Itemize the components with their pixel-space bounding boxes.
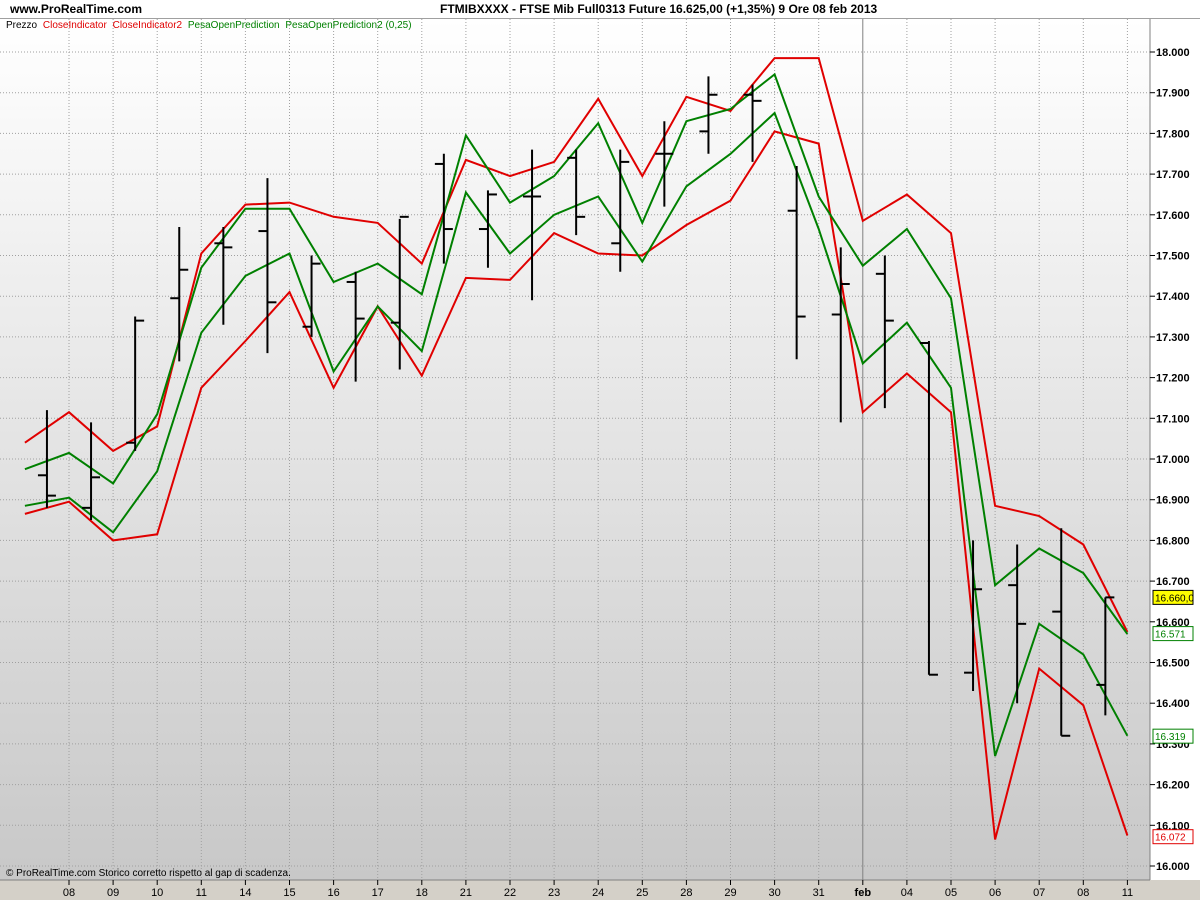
x-tick-label: 15 [283,887,295,899]
x-tick-label: 17 [372,887,384,899]
x-tick-label: 16 [327,887,339,899]
value-tag: 16.072 [1152,829,1194,845]
x-tick-label: 30 [768,887,780,899]
x-tick-label: 31 [813,887,825,899]
x-tick-label: 11 [1122,887,1133,899]
x-tick-label: 08 [63,887,75,899]
y-tick-label: 16.800 [1156,535,1190,547]
x-tick-label: 09 [107,887,119,899]
x-tick-label: 28 [680,887,692,899]
legend-pesa-open-prediction2: PesaOpenPrediction2 (0,25) [285,20,412,31]
x-tick-label: 29 [724,887,736,899]
x-tick-label: 07 [1033,887,1045,899]
y-tick-label: 17.700 [1156,169,1190,181]
y-tick-label: 17.600 [1156,210,1190,222]
y-tick-label: 16.400 [1156,698,1190,710]
x-tick-label: 11 [196,887,207,899]
x-tick-label: feb [855,887,872,899]
plot-area [0,19,1150,880]
y-tick-label: 17.500 [1156,251,1190,263]
value-tag: 16.571 [1152,626,1194,642]
y-tick-label: 17.300 [1156,332,1190,344]
legend-pesa-open-prediction: PesaOpenPrediction [187,20,280,31]
x-tick-label: 08 [1077,887,1089,899]
copyright-note: © ProRealTime.com Storico corretto rispe… [6,868,291,879]
y-tick-label: 17.000 [1156,454,1190,466]
value-tag: 16.319 [1152,728,1194,744]
legend-close-indicator: CloseIndicator [42,20,107,31]
x-tick-label: 25 [636,887,648,899]
x-tick-label: 05 [945,887,957,899]
x-tick-label: 14 [239,887,251,899]
value-tag-text: 16.072 [1155,833,1186,844]
y-tick-label: 17.900 [1156,88,1190,100]
chart-legend: Prezzo CloseIndicator CloseIndicator2 Pe… [6,20,415,31]
x-tick-label: 18 [416,887,428,899]
x-tick-label: 10 [151,887,163,899]
y-tick-label: 16.700 [1156,576,1190,588]
value-tag-text: 16.660,0 [1155,593,1194,604]
x-tick-label: 04 [901,887,913,899]
x-tick-label: 24 [592,887,604,899]
y-tick-label: 17.100 [1156,413,1190,425]
price-chart[interactable]: 16.00016.10016.20016.30016.40016.50016.6… [0,0,1200,900]
y-tick-label: 16.900 [1156,495,1190,507]
value-tag-text: 16.571 [1155,630,1186,641]
legend-close-indicator2: CloseIndicator2 [112,20,183,31]
y-tick-label: 18.000 [1156,47,1190,59]
legend-price: Prezzo [6,20,38,31]
y-tick-label: 16.200 [1156,780,1190,792]
y-tick-label: 16.000 [1156,861,1190,873]
y-tick-label: 17.800 [1156,128,1190,140]
x-tick-label: 06 [989,887,1001,899]
value-tag: 16.660,0 [1152,589,1194,605]
y-tick-label: 17.200 [1156,373,1190,385]
x-tick-label: 23 [548,887,560,899]
x-tick-label: 22 [504,887,516,899]
y-tick-label: 16.500 [1156,658,1190,670]
value-tag-text: 16.319 [1155,732,1186,743]
y-axis-ticks: 16.00016.10016.20016.30016.40016.50016.6… [1150,47,1190,873]
x-tick-label: 21 [460,887,472,899]
y-tick-label: 17.400 [1156,291,1190,303]
